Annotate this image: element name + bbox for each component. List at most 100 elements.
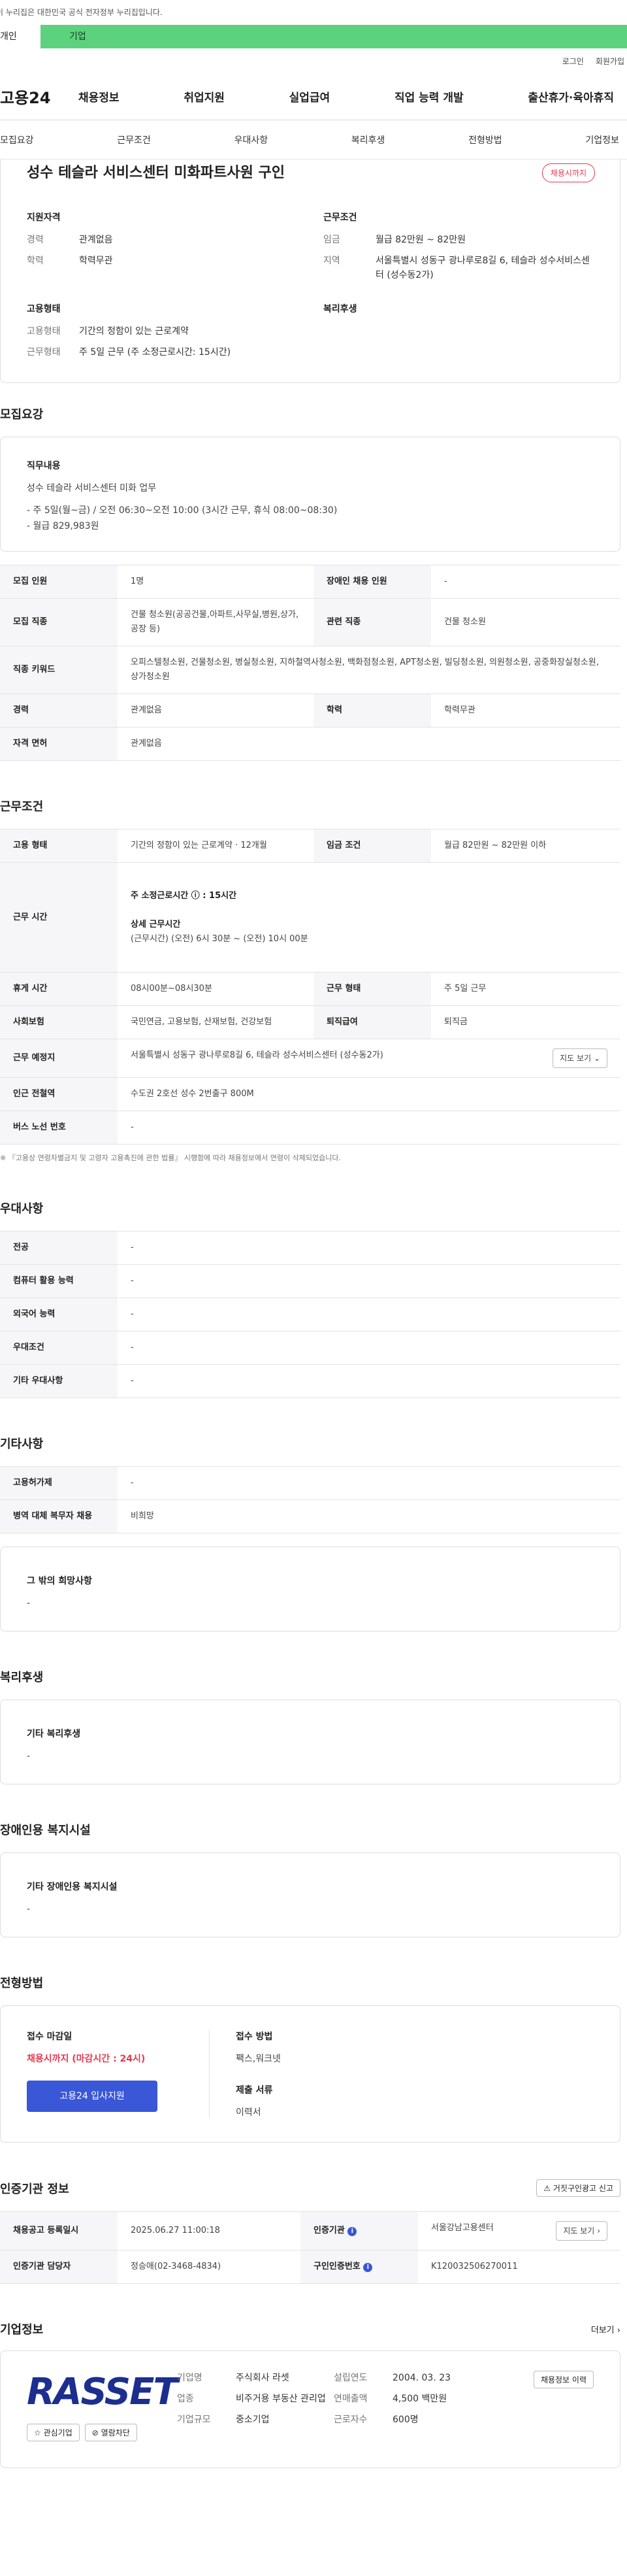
info-icon[interactable]: i bbox=[363, 2263, 373, 2272]
tab-company[interactable]: 기업 bbox=[40, 25, 627, 48]
screening-card: 접수 마감일 채용시까지 (마감시간 : 24시) 고용24 입사지원 접수 방… bbox=[0, 2005, 620, 2143]
report-button[interactable]: ⚠ 거짓구인광고 신고 bbox=[536, 2179, 620, 2197]
disabled-count-label: 장애인 채용 인원 bbox=[314, 565, 431, 599]
emp-type-label: 고용 형태 bbox=[0, 829, 118, 863]
subnav-prefer[interactable]: 우대사항 bbox=[234, 133, 268, 146]
table-row: 고용허가제 - bbox=[0, 1466, 620, 1500]
table-row: 채용공고 등록일시 2025.06.27 11:00:18 인증기관 i 서울강… bbox=[0, 2211, 620, 2250]
agency-value: 서울강남고용센터 bbox=[431, 2223, 494, 2233]
language-label: 외국어 능력 bbox=[0, 1297, 118, 1331]
top-notice: 이 누리집은 대한민국 공식 전자정부 누리집입니다. bbox=[0, 8, 163, 17]
career-value: 관계없음 bbox=[118, 694, 314, 728]
company-info-key: 근로자수 bbox=[334, 2415, 368, 2425]
work-time-cell: 주 소정근로시간 ⓘ : 15시간 상세 근무시간 (근무시간) (오전) 6시… bbox=[118, 862, 620, 973]
military-value: 비희망 bbox=[118, 1499, 620, 1533]
docs-heading: 제출 서류 bbox=[236, 2085, 273, 2096]
subnav-recruit[interactable]: 모집요강 bbox=[0, 133, 34, 146]
emp-key: 근무형태 bbox=[27, 347, 61, 358]
favorite-company-button[interactable]: ☆ 관심기업 bbox=[27, 2424, 80, 2441]
duty-card: 직무내용 성수 테슬라 서비스센터 미화 업무 - 주 5일(월~금) / 오전… bbox=[0, 437, 620, 552]
work-key: 지역 bbox=[323, 256, 340, 266]
emp-key: 고용형태 bbox=[27, 326, 61, 337]
subnav-screening[interactable]: 전형방법 bbox=[468, 133, 502, 146]
gnb-unemployment-benefit[interactable]: 실업급여 bbox=[289, 88, 330, 105]
career-label: 경력 bbox=[0, 694, 118, 728]
conditions-table: 고용 형태 기간의 정함이 있는 근로계약 · 12개월 임금 조건 월급 82… bbox=[0, 829, 620, 1145]
computer-value: - bbox=[118, 1264, 620, 1298]
info-icon[interactable]: i bbox=[347, 2227, 357, 2236]
method-heading: 접수 방법 bbox=[236, 2032, 273, 2042]
tab-personal[interactable]: 개인 bbox=[0, 25, 40, 48]
work-type-label: 근무 형태 bbox=[314, 972, 431, 1006]
login-link[interactable]: 로그인 bbox=[562, 56, 584, 67]
company-info-value: 중소기업 bbox=[236, 2415, 270, 2425]
block-view-button[interactable]: ⊘ 열람차단 bbox=[84, 2424, 137, 2441]
agency-section-title: 인증기관 정보 bbox=[0, 2182, 69, 2196]
table-row: 근무 예정지 서울특별시 성동구 광나루로8길 6, 테슬라 성수서비스센터 (… bbox=[0, 1039, 620, 1078]
recruit-count-value: 1명 bbox=[118, 565, 314, 599]
bus-label: 버스 노선 번호 bbox=[0, 1111, 118, 1145]
subnav-welfare[interactable]: 복리후생 bbox=[351, 133, 385, 146]
language-value: - bbox=[118, 1297, 620, 1331]
qual-value: 학력무관 bbox=[79, 256, 113, 266]
job-category-label: 모집 직종 bbox=[0, 598, 118, 646]
qualification-block: 지원자격 경력 관계없음 학력 학력무관 bbox=[27, 210, 297, 289]
more-link[interactable]: 더보기 › bbox=[591, 2323, 620, 2335]
age-notice: ※ 『고용상 연령차별금지 및 고령자 고용촉진에 관한 법률』 시행함에 따라… bbox=[0, 1154, 341, 1162]
site-logo[interactable]: 고용24 bbox=[0, 85, 78, 108]
prefer-condition-label: 우대조건 bbox=[0, 1331, 118, 1365]
permit-value: - bbox=[118, 1466, 620, 1500]
gnb-jobs[interactable]: 채용정보 bbox=[78, 88, 120, 105]
disabled-heading: 기타 장애인용 복지시설 bbox=[27, 1882, 118, 1892]
block-icon: ⊘ bbox=[91, 2428, 99, 2437]
company-info-key: 업종 bbox=[177, 2394, 194, 2404]
chevron-right-icon: › bbox=[597, 2226, 600, 2235]
detail-hours-heading: 상세 근무시간 bbox=[131, 919, 181, 929]
map-button[interactable]: 지도 보기 ⌄ bbox=[553, 1048, 607, 1068]
table-row: 기타 우대사항 - bbox=[0, 1364, 620, 1398]
welfare-summary-block: 복리후생 bbox=[323, 302, 594, 366]
agency-contact-value: 정승애(02-3468-4834) bbox=[118, 2250, 300, 2284]
gnb-vocational-training[interactable]: 직업 능력 개발 bbox=[394, 88, 464, 105]
other-wishes-value: - bbox=[27, 1598, 31, 1609]
welfare-value: - bbox=[27, 1751, 31, 1762]
disabled-value: - bbox=[27, 1904, 31, 1915]
cert-number-value: K120032506270011 bbox=[418, 2250, 620, 2284]
emp-title: 고용형태 bbox=[27, 304, 61, 314]
gnb-parental-leave[interactable]: 출산휴가·육아휴직 bbox=[528, 88, 614, 105]
reg-date-label: 채용공고 등록일시 bbox=[0, 2211, 118, 2250]
education-label: 학력 bbox=[314, 694, 431, 728]
screening-section-title: 전형방법 bbox=[0, 1977, 44, 1990]
prefer-section-title: 우대사항 bbox=[0, 1202, 44, 1216]
user-tabs: 개인 기업 bbox=[0, 25, 627, 48]
location-cell: 서울특별시 성동구 광나루로8길 6, 테슬라 성수서비스센터 (성수동2가) … bbox=[118, 1039, 620, 1078]
job-summary-card: 성수 테슬라 서비스센터 미화파트사원 구인 채용시까지 지원자격 경력 관계없음… bbox=[0, 159, 620, 383]
company-info-key: 설립연도 bbox=[334, 2373, 368, 2383]
retirement-label: 퇴직급여 bbox=[314, 1005, 431, 1039]
wage-value: 월급 82만원 ~ 82만원 이하 bbox=[431, 829, 620, 863]
license-value: 관계없음 bbox=[118, 727, 620, 761]
table-row: 휴게 시간 08시00분~08시30분 근무 형태 주 5일 근무 bbox=[0, 972, 620, 1006]
company-card: RASSET ☆ 관심기업 ⊘ 열람차단 기업명 주식회사 라셋 업종 비주거용 부… bbox=[0, 2350, 620, 2468]
duty-line: 성수 테슬라 서비스센터 미화 업무 bbox=[27, 483, 157, 493]
subnav-company[interactable]: 기업정보 bbox=[585, 133, 619, 146]
disabled-card: 기타 장애인용 복지시설 - bbox=[0, 1852, 620, 1937]
table-row: 자격 면허 관계없음 bbox=[0, 727, 620, 761]
table-row: 경력 관계없음 학력 학력무관 bbox=[0, 694, 620, 728]
agency-map-button[interactable]: 지도 보기 › bbox=[556, 2221, 607, 2241]
major-value: - bbox=[118, 1231, 620, 1265]
gnb-employment-support[interactable]: 취업지원 bbox=[184, 88, 225, 105]
etc-section-title: 기타사항 bbox=[0, 1437, 44, 1451]
table-row: 모집 직종 건물 청소원(공공건물,아파트,사무실,병원,상가,공장 등) 관련… bbox=[0, 598, 620, 646]
apply-button[interactable]: 고용24 입사지원 bbox=[27, 2081, 157, 2112]
conditions-section-title: 근무조건 bbox=[0, 800, 44, 814]
subnav-conditions[interactable]: 근무조건 bbox=[117, 133, 151, 146]
welfare-card: 기타 복리후생 - bbox=[0, 1699, 620, 1784]
history-button[interactable]: 채용정보 이력 bbox=[533, 2371, 594, 2388]
bus-value: - bbox=[118, 1111, 620, 1145]
signup-link[interactable]: 회원가입 bbox=[596, 56, 624, 67]
recruit-count-label: 모집 인원 bbox=[0, 565, 118, 599]
table-row: 직종 키워드 오피스텔청소원, 건물청소원, 병실청소원, 지하철역사청소원, … bbox=[0, 646, 620, 694]
global-nav: 고용24 채용정보 취업지원 실업급여 직업 능력 개발 출산휴가·육아휴직 bbox=[0, 73, 627, 120]
weekly-hours: 주 소정근로시간 ⓘ : 15시간 bbox=[131, 890, 237, 901]
